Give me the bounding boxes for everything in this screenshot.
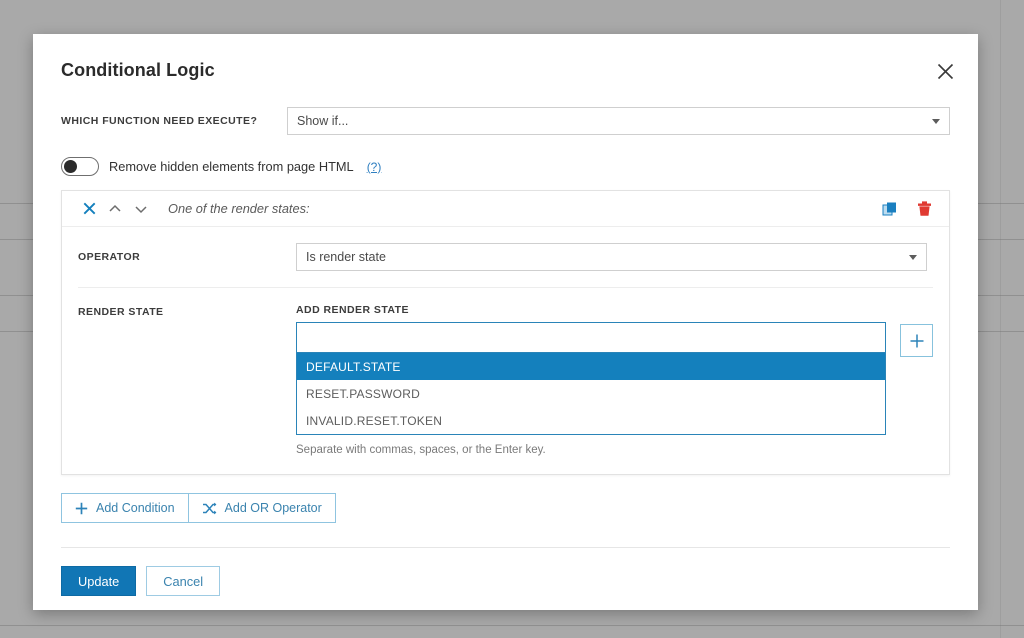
function-select[interactable]: Show if... bbox=[287, 107, 950, 135]
remove-hidden-label: Remove hidden elements from page HTML bbox=[109, 159, 354, 174]
operator-select-value: Is render state bbox=[306, 250, 386, 264]
condition-title: One of the render states: bbox=[168, 201, 310, 216]
condition-actions-row: Add Condition Add OR Operator bbox=[61, 493, 950, 523]
operator-row: OPERATOR Is render state bbox=[78, 227, 933, 288]
operator-select[interactable]: Is render state bbox=[296, 243, 927, 271]
add-condition-label: Add Condition bbox=[96, 501, 175, 515]
suggestion-item[interactable]: RESET.PASSWORD bbox=[297, 380, 885, 407]
remove-hidden-toggle[interactable] bbox=[61, 157, 99, 176]
page-title: Conditional Logic bbox=[61, 60, 215, 80]
operator-label: OPERATOR bbox=[78, 251, 141, 263]
condition-card: One of the render states: OPERATOR Is re… bbox=[61, 190, 950, 475]
copy-icon bbox=[882, 202, 896, 216]
close-icon[interactable] bbox=[930, 56, 960, 86]
toggle-knob bbox=[64, 160, 77, 173]
duplicate-condition-button[interactable] bbox=[877, 196, 903, 222]
condition-header: One of the render states: bbox=[62, 191, 949, 227]
function-select-value: Show if... bbox=[297, 114, 349, 128]
move-condition-down-button[interactable] bbox=[128, 196, 154, 222]
footer-divider bbox=[61, 547, 950, 548]
cancel-button[interactable]: Cancel bbox=[146, 566, 221, 596]
condition-actions bbox=[877, 191, 937, 227]
remove-hidden-row: Remove hidden elements from page HTML (?… bbox=[61, 157, 950, 176]
add-render-state-label: ADD RENDER STATE bbox=[296, 304, 409, 316]
render-state-column: ADD RENDER STATE DEFAULT.STATE RESET.PAS… bbox=[296, 304, 886, 456]
move-condition-up-button[interactable] bbox=[102, 196, 128, 222]
conditional-logic-dialog: Conditional Logic WHICH FUNCTION NEED EX… bbox=[33, 34, 978, 610]
render-state-row: RENDER STATE ADD RENDER STATE DEFAULT.ST… bbox=[78, 288, 933, 456]
add-or-operator-button[interactable]: Add OR Operator bbox=[188, 493, 336, 523]
function-field-label: WHICH FUNCTION NEED EXECUTE? bbox=[61, 115, 258, 127]
suggestion-item[interactable]: INVALID.RESET.TOKEN bbox=[297, 407, 885, 434]
delete-condition-button[interactable] bbox=[911, 196, 937, 222]
close-icon-glyph bbox=[937, 63, 953, 79]
chevron-down-icon bbox=[932, 119, 940, 124]
function-field-row: WHICH FUNCTION NEED EXECUTE? Show if... bbox=[61, 107, 950, 135]
trash-icon bbox=[917, 201, 931, 216]
suggestion-item[interactable]: DEFAULT.STATE bbox=[297, 353, 885, 380]
chevron-down-icon bbox=[909, 255, 917, 260]
plus-icon bbox=[75, 502, 88, 514]
render-state-hint: Separate with commas, spaces, or the Ent… bbox=[296, 444, 546, 456]
chevron-down-icon bbox=[135, 205, 147, 213]
render-state-label: RENDER STATE bbox=[78, 306, 164, 318]
help-link[interactable]: (?) bbox=[367, 160, 382, 174]
plus-icon bbox=[910, 334, 923, 347]
condition-body: OPERATOR Is render state RENDER STATE AD… bbox=[62, 227, 949, 474]
add-or-operator-label: Add OR Operator bbox=[224, 501, 322, 515]
remove-condition-button[interactable] bbox=[76, 196, 102, 222]
add-render-state-button[interactable] bbox=[900, 324, 933, 357]
add-render-state-input[interactable] bbox=[296, 322, 886, 353]
dialog-header: Conditional Logic bbox=[33, 34, 978, 81]
shuffle-icon bbox=[202, 502, 216, 514]
chevron-up-icon bbox=[109, 204, 121, 212]
dialog-footer: Update Cancel bbox=[61, 566, 950, 596]
render-state-suggestions: DEFAULT.STATE RESET.PASSWORD INVALID.RES… bbox=[296, 353, 886, 435]
dialog-body: WHICH FUNCTION NEED EXECUTE? Show if... … bbox=[33, 107, 978, 596]
update-button[interactable]: Update bbox=[61, 566, 137, 596]
close-icon bbox=[83, 202, 95, 215]
add-condition-button[interactable]: Add Condition bbox=[61, 493, 189, 523]
